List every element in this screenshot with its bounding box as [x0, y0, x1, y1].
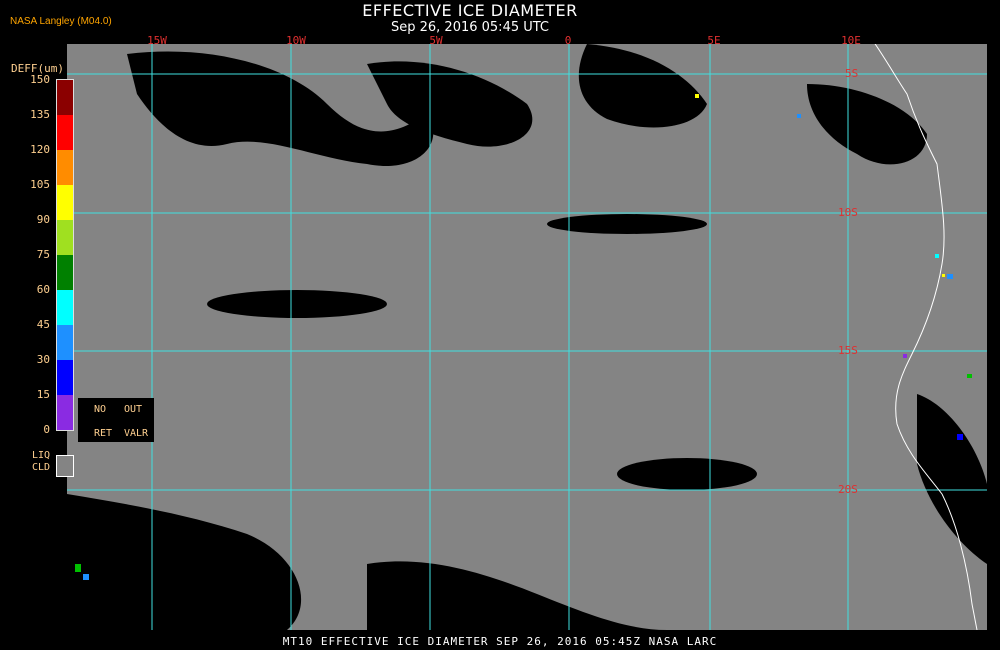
pixel-blue	[947, 274, 953, 279]
scale-seg-90-105	[57, 185, 73, 220]
northeast-dark-patch	[578, 44, 707, 128]
scale-tick-120: 120	[30, 143, 50, 156]
color-scale-bar	[56, 79, 74, 431]
source-label: NASA Langley (M04.0)	[10, 16, 112, 27]
pixel-blue-4	[797, 114, 801, 118]
scale-tick-75: 75	[36, 248, 50, 261]
scale-seg-15-30	[57, 360, 73, 395]
scale-seg-120-135	[57, 115, 73, 150]
south-central-dark-patch	[367, 561, 667, 630]
map-subtitle: Sep 26, 2016 05:45 UTC	[390, 20, 550, 35]
no-label: NO	[94, 404, 107, 415]
cld-label: CLD	[32, 462, 51, 473]
scale-tick-15: 15	[36, 388, 50, 401]
lat-label-20s: 20S	[838, 483, 858, 496]
scale-seg-45-60	[57, 290, 73, 325]
clear-sky-areas	[67, 44, 987, 630]
map-title: EFFECTIVE ICE DIAMETER	[362, 1, 578, 20]
pixel-purple	[903, 354, 907, 358]
out-label: OUT	[124, 404, 143, 415]
ret-label: RET	[94, 428, 113, 439]
pixel-green	[967, 374, 972, 378]
southeast-dark-patch	[917, 394, 987, 564]
pixel-blue-3	[83, 574, 89, 580]
south-dark-band	[617, 458, 757, 490]
scale-tick-150: 150	[30, 73, 50, 86]
footer-caption: MT10 EFFECTIVE ICE DIAMETER SEP 26, 2016…	[282, 635, 718, 648]
scale-seg-135-150	[57, 80, 73, 115]
scale-tick-45: 45	[36, 318, 50, 331]
central-dark-band	[547, 214, 707, 234]
pixel-green-2	[75, 564, 81, 572]
pixel-yellow	[942, 274, 945, 277]
scale-tick-90: 90	[36, 213, 50, 226]
no-retrieval-box: NO OUT RET VALR	[78, 398, 154, 442]
scale-seg-75-90	[57, 220, 73, 255]
pixel-yellow-2	[695, 94, 699, 98]
lat-label-15s: 15S	[838, 344, 858, 357]
valr-label: VALR	[124, 428, 149, 439]
scale-tick-60: 60	[36, 283, 50, 296]
lat-label-10s: 10S	[838, 206, 858, 219]
scale-tick-0: 0	[43, 423, 50, 436]
pixel-cyan	[935, 254, 939, 258]
east-dark-patch	[807, 84, 927, 165]
liq-label: LIQ	[32, 450, 51, 461]
scale-seg-60-75	[57, 255, 73, 290]
map-svg	[67, 44, 987, 630]
scale-seg-0-15	[57, 395, 73, 430]
lat-label-5s: 5S	[845, 67, 859, 80]
scale-tick-105: 105	[30, 178, 50, 191]
satellite-map	[67, 44, 987, 630]
liquid-cloud-label: LIQ CLD	[32, 450, 50, 474]
southwest-dark-patch	[67, 494, 302, 630]
scale-tick-30: 30	[36, 353, 50, 366]
pixel-blue-2	[957, 434, 963, 440]
scale-seg-105-120	[57, 150, 73, 185]
scale-tick-135: 135	[30, 108, 50, 121]
retrieval-pixels	[75, 94, 972, 580]
west-dark-band	[207, 290, 387, 318]
scale-seg-30-45	[57, 325, 73, 360]
liquid-cloud-swatch	[56, 455, 74, 477]
